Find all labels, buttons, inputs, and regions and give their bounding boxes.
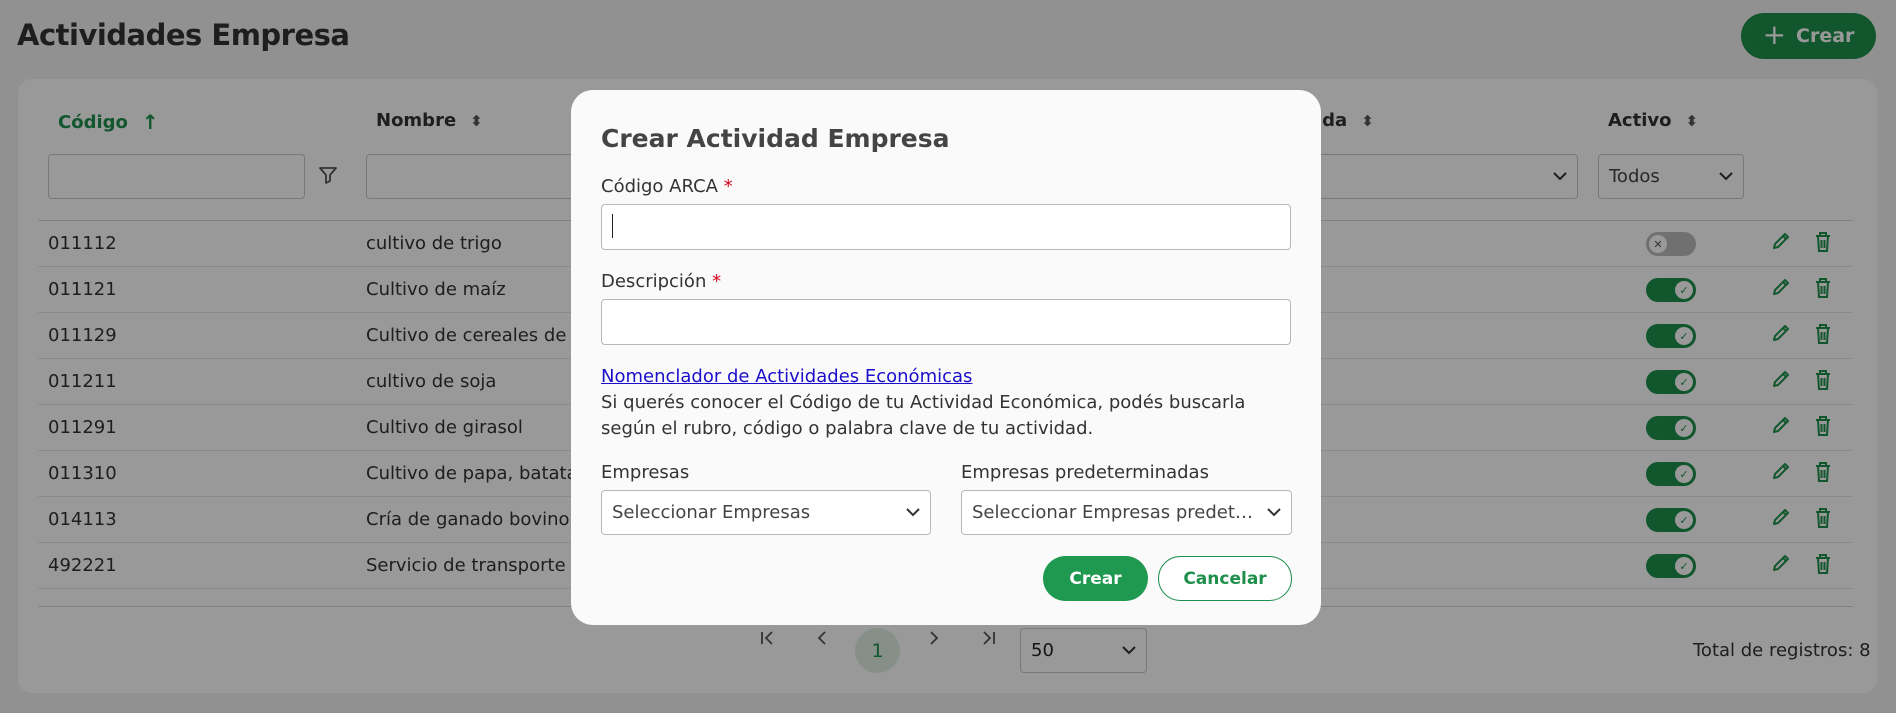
codigo-arca-label: Código ARCA * (601, 176, 733, 197)
empresas-label: Empresas (601, 462, 690, 483)
descripcion-label-text: Descripción (601, 271, 707, 292)
text-cursor (612, 214, 613, 238)
create-activity-dialog: Crear Actividad Empresa Código ARCA * De… (571, 90, 1321, 625)
empresas-select[interactable]: Seleccionar Empresas (601, 490, 931, 535)
required-mark: * (712, 271, 722, 292)
empresas-predeterminadas-placeholder: Seleccionar Empresas predetermi... (972, 502, 1261, 523)
chevron-down-icon (906, 505, 920, 521)
dialog-title: Crear Actividad Empresa (601, 124, 950, 153)
descripcion-input[interactable] (601, 299, 1291, 345)
help-text: Si querés conocer el Código de tu Activi… (601, 392, 1246, 439)
nomenclador-link[interactable]: Nomenclador de Actividades Económicas (601, 366, 972, 387)
cancel-button[interactable]: Cancelar (1158, 556, 1292, 601)
chevron-down-icon (1267, 505, 1281, 521)
empresas-predeterminadas-select[interactable]: Seleccionar Empresas predetermi... (961, 490, 1292, 535)
codigo-arca-label-text: Código ARCA (601, 176, 718, 197)
required-mark: * (723, 176, 733, 197)
descripcion-label: Descripción * (601, 271, 721, 292)
empresas-select-placeholder: Seleccionar Empresas (612, 502, 811, 523)
codigo-arca-input[interactable] (601, 204, 1291, 250)
empresas-predeterminadas-label: Empresas predeterminadas (961, 462, 1209, 483)
submit-crear-button[interactable]: Crear (1043, 556, 1148, 601)
